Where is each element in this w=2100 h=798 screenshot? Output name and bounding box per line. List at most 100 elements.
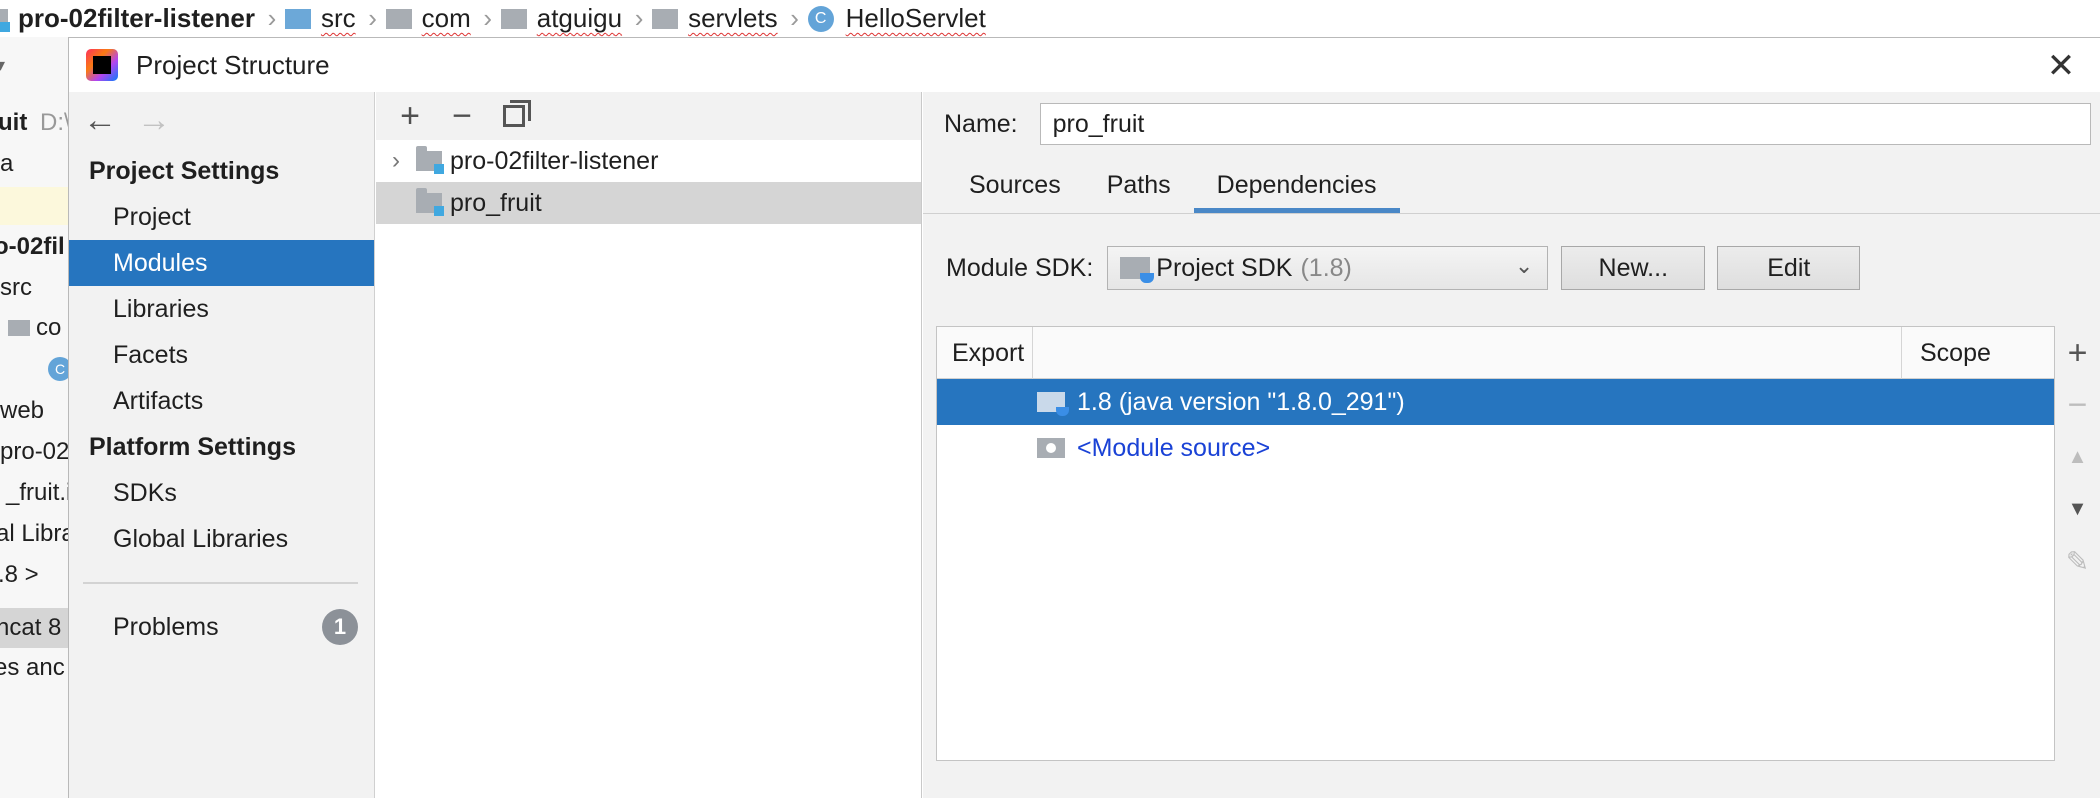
sidebar-divider xyxy=(83,582,358,584)
module-name: pro_fruit xyxy=(450,188,542,217)
module-name: pro-02filter-listener xyxy=(450,146,659,175)
module-sdk-value: Project SDK xyxy=(1156,253,1293,282)
back-arrow-icon[interactable]: ← xyxy=(83,101,137,140)
folder-icon xyxy=(284,8,311,29)
java-class-icon: C xyxy=(807,5,834,32)
column-header-name[interactable] xyxy=(1033,326,1902,379)
module-icon xyxy=(416,146,444,174)
tree-item[interactable]: co xyxy=(8,310,61,346)
tab-paths[interactable]: Paths xyxy=(1084,163,1194,213)
remove-dependency-button[interactable]: − xyxy=(2054,379,2100,431)
breadcrumb-label: servlets xyxy=(688,3,778,33)
source-folder-icon xyxy=(1037,438,1065,458)
tab-sources[interactable]: Sources xyxy=(946,163,1084,213)
tree-item[interactable]: _fruit.i xyxy=(6,475,68,511)
tree-item[interactable]: o-02fil xyxy=(0,229,65,265)
sidebar-item-global-libraries[interactable]: Global Libraries xyxy=(69,516,374,562)
tree-item[interactable]: src xyxy=(0,270,32,306)
dialog-titlebar[interactable]: Project Structure ✕ xyxy=(69,38,2100,92)
breadcrumb-item-com[interactable]: com xyxy=(385,0,475,37)
forward-arrow-icon[interactable]: → xyxy=(137,101,191,140)
breadcrumb-label: atguigu xyxy=(536,3,623,33)
table-row-sdk[interactable]: 1.8 (java version "1.8.0_291") xyxy=(937,379,2054,425)
package-icon xyxy=(652,8,679,29)
breadcrumb-item-helloservlet[interactable]: C HelloServlet xyxy=(807,0,990,37)
tab-dependencies[interactable]: Dependencies xyxy=(1193,163,1400,213)
module-sdk-label: Module SDK: xyxy=(946,253,1094,282)
java-class-icon: C xyxy=(48,357,68,381)
edit-dependency-button[interactable]: ✎ xyxy=(2054,535,2100,587)
history-navigation: ← → xyxy=(69,92,374,148)
chevron-right-icon: › xyxy=(368,3,377,33)
sidebar-item-problems[interactable]: Problems 1 xyxy=(69,604,374,650)
project-structure-dialog: Project Structure ✕ ← → Project Settings… xyxy=(68,37,2100,798)
close-button[interactable]: ✕ xyxy=(2041,46,2081,86)
breadcrumb-item-atguigu[interactable]: atguigu xyxy=(500,0,626,37)
tree-item-highlight xyxy=(0,187,68,225)
tree-item[interactable]: es anc xyxy=(0,650,65,686)
name-label: Name: xyxy=(944,109,1018,138)
breadcrumb-item-servlets[interactable]: servlets xyxy=(652,0,782,37)
tree-item-label: co xyxy=(36,314,62,341)
new-sdk-button[interactable]: New... xyxy=(1561,246,1706,290)
tree-item[interactable]: al Libra xyxy=(0,516,68,552)
breadcrumb-item-project[interactable]: pro-02filter-listener xyxy=(0,0,259,37)
breadcrumb-item-src[interactable]: src xyxy=(284,0,360,37)
tree-item[interactable]: a xyxy=(0,146,13,182)
platform-settings-header: Platform Settings xyxy=(89,433,296,461)
module-icon xyxy=(416,188,444,216)
sdk-icon xyxy=(1120,257,1155,283)
chevron-right-icon[interactable]: › xyxy=(376,147,416,175)
sidebar-item-sdks[interactable]: SDKs xyxy=(69,470,374,516)
module-tabs: Sources Paths Dependencies xyxy=(923,156,2100,214)
dependency-label: <Module source> xyxy=(1077,433,1271,462)
dependency-label: 1.8 (java version "1.8.0_291") xyxy=(1077,387,1405,416)
chevron-right-icon: › xyxy=(267,3,277,33)
collapse-icon[interactable]: ▾ xyxy=(0,47,5,83)
tree-item[interactable]: uit xyxy=(0,105,27,141)
tree-item[interactable]: .8 > xyxy=(0,557,39,593)
edit-sdk-button[interactable]: Edit xyxy=(1717,246,1861,290)
sidebar-item-libraries[interactable]: Libraries xyxy=(69,286,374,332)
breadcrumb-label: src xyxy=(320,3,356,33)
breadcrumb-label: HelloServlet xyxy=(845,3,986,33)
intellij-logo-icon xyxy=(86,49,118,81)
sidebar-item-project[interactable]: Project xyxy=(69,194,374,240)
move-down-button[interactable]: ▼ xyxy=(2054,483,2100,535)
column-header-scope[interactable]: Scope xyxy=(1902,327,2054,379)
module-icon xyxy=(0,8,10,32)
module-name-input[interactable] xyxy=(1039,103,2091,145)
sidebar-item-artifacts[interactable]: Artifacts xyxy=(69,378,374,424)
dependencies-table: Export Scope 1.8 (java version "1.8.0_29… xyxy=(936,326,2055,761)
column-header-export[interactable]: Export xyxy=(937,326,1033,379)
tree-item-label: ncat 8 xyxy=(0,614,62,641)
tree-item-path: D:\ xyxy=(40,109,68,136)
package-icon xyxy=(500,8,527,29)
package-icon xyxy=(385,8,412,29)
add-module-button[interactable]: + xyxy=(384,96,436,136)
problems-count-badge: 1 xyxy=(322,609,358,645)
table-row-module-source[interactable]: <Module source> xyxy=(937,425,2054,471)
sidebar-item-facets[interactable]: Facets xyxy=(69,332,374,378)
module-tree-item[interactable]: › pro-02filter-listener xyxy=(376,140,921,182)
remove-module-button[interactable]: − xyxy=(436,96,488,136)
breadcrumb-label: pro-02filter-listener xyxy=(18,3,255,33)
module-tree-item-selected[interactable]: pro_fruit xyxy=(376,182,921,224)
settings-sidebar: ← → Project Settings Project Modules Lib… xyxy=(69,92,375,798)
breadcrumb-label: com xyxy=(421,3,471,33)
copy-module-button[interactable] xyxy=(488,96,540,136)
chevron-right-icon: › xyxy=(790,3,799,33)
tree-item-selected[interactable]: ncat 8 xyxy=(0,608,68,648)
modules-list-panel: + − › pro-02filter-listener pro_fruit xyxy=(376,92,922,798)
tree-item[interactable]: web xyxy=(0,393,44,429)
sidebar-item-modules[interactable]: Modules xyxy=(69,240,374,286)
module-name-row: Name: xyxy=(923,92,2100,156)
move-up-button[interactable]: ▲ xyxy=(2054,431,2100,483)
module-sdk-dropdown[interactable]: Project SDK (1.8) ⌄ xyxy=(1107,246,1549,290)
tree-item[interactable]: C xyxy=(48,351,68,387)
tree-item[interactable]: pro-02 xyxy=(0,434,68,470)
copy-icon xyxy=(503,100,531,127)
package-icon xyxy=(8,320,30,336)
add-dependency-button[interactable]: + xyxy=(2054,327,2100,379)
chevron-down-icon: ⌄ xyxy=(1514,253,1534,278)
